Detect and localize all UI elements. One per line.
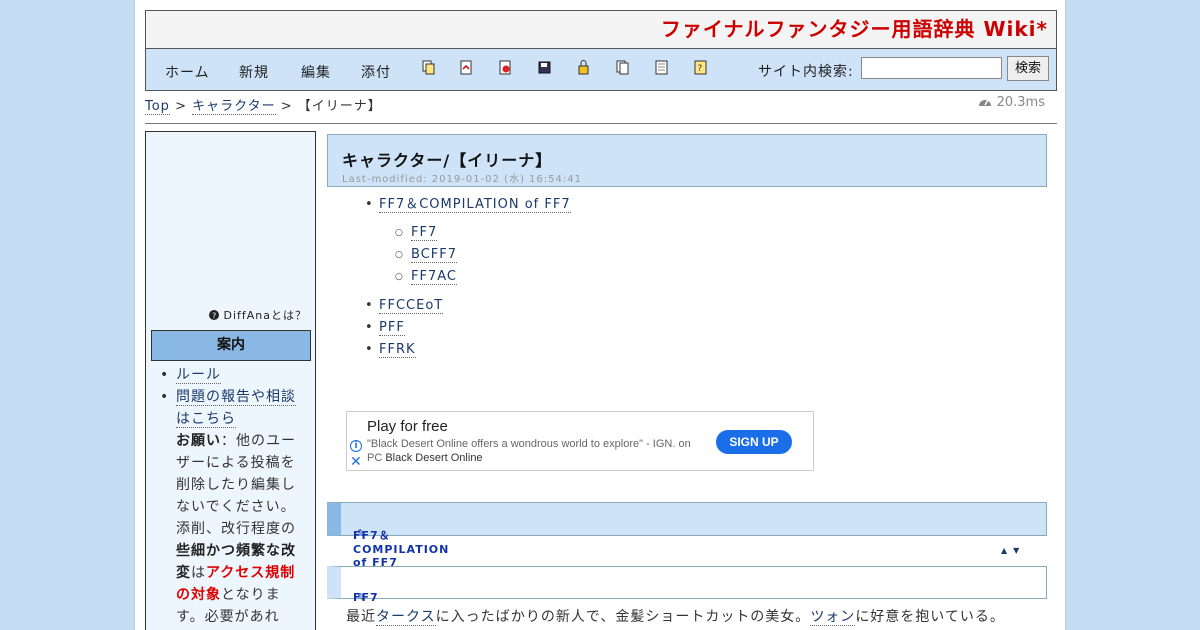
sidebar-item-report: 問題の報告や相談はこちら お願い：他のユーザーによる投稿を削除したり編集しないで… [154, 386, 304, 628]
speedometer-icon [979, 99, 992, 106]
section-title-text: FF7＆COMPILATION of FF7 [353, 529, 450, 569]
diff-icon[interactable] [460, 60, 473, 75]
save-icon[interactable] [538, 60, 551, 75]
table-of-contents: FF7＆COMPILATION of FF7 FF7 BCFF7 FF7AC F… [365, 195, 571, 362]
page-container: ファイナルファンタジー用語辞典 Wiki* ホーム 新規 編集 添付 ? サイト… [134, 0, 1066, 630]
toc-item: FFCCEoT [365, 296, 571, 318]
ad-advertiser: Black Desert Online [385, 452, 483, 464]
nav-edit-link[interactable]: 編集 [301, 62, 331, 82]
render-timing: 20.3ms [978, 95, 1045, 110]
render-time-value: 20.3ms [996, 95, 1045, 110]
section-heading-ff7: FF7 ✎ [327, 566, 1047, 604]
header-divider [145, 123, 1057, 124]
search-button[interactable]: 検索 [1007, 56, 1049, 81]
toc-link-ff7ac[interactable]: FF7AC [411, 269, 457, 285]
breadcrumb-separator: > [275, 99, 298, 114]
sidebar-list: ルール 問題の報告や相談はこちら お願い：他のユーザーによる投稿を削除したり編集… [154, 364, 304, 628]
section-heading-ff7-compilation: FF7＆COMPILATION of FF7 ✎ [327, 502, 1047, 569]
sidebar: ? DiffAnaとは？ 案内 ルール 問題の報告や相談はこちら お願い：他のユ… [145, 131, 316, 630]
toc-item: FFRK [365, 340, 571, 362]
help-icon[interactable]: ? [694, 60, 707, 75]
toc-link-ffcceot[interactable]: FFCCEoT [379, 298, 444, 314]
freeze-icon[interactable] [577, 60, 590, 75]
toc-link-ff7[interactable]: FF7 [411, 225, 438, 241]
turks-link[interactable]: タークス [376, 609, 436, 626]
site-title[interactable]: ファイナルファンタジー用語辞典 Wiki* [661, 17, 1048, 41]
svg-text:?: ? [698, 64, 703, 74]
site-header: ファイナルファンタジー用語辞典 Wiki* [145, 10, 1057, 49]
sidebar-heading: 案内 [151, 330, 311, 361]
toc-item: PFF [365, 318, 571, 340]
question-circle-icon: ? [208, 310, 219, 321]
diffana-link[interactable]: ? DiffAnaとは？ [208, 307, 307, 323]
breadcrumb-category-link[interactable]: キャラクター [192, 99, 276, 115]
notice-text: は [191, 565, 206, 581]
backup-icon[interactable] [499, 60, 512, 75]
nav-new-link[interactable]: 新規 [239, 62, 269, 82]
toc-subitem: FF7 [367, 223, 571, 245]
recent-icon[interactable] [655, 60, 668, 75]
page-nav-arrows[interactable]: ▲▼ [1001, 546, 1025, 555]
nav-bar: ホーム 新規 編集 添付 ? サイト内検索: 検索 [145, 48, 1057, 91]
toc-item: FF7＆COMPILATION of FF7 [365, 195, 571, 217]
toc-link-ff7-compilation[interactable]: FF7＆COMPILATION of FF7 [379, 197, 571, 213]
ad-title[interactable]: Play for free [367, 418, 448, 435]
breadcrumb-current: 【イリーナ】 [297, 99, 382, 114]
sidebar-item-rule: ルール [154, 364, 304, 386]
page-title: キャラクター/【イリーナ】 [342, 151, 553, 170]
breadcrumb: Top > キャラクター > 【イリーナ】 [145, 95, 382, 115]
paragraph-text: に入ったばかりの新人で、金髪ショートカットの美女。 [435, 609, 811, 625]
search-input[interactable] [861, 57, 1002, 79]
nav-attach-link[interactable]: 添付 [361, 62, 391, 82]
breadcrumb-top-link[interactable]: Top [145, 99, 170, 115]
advertisement[interactable]: Play for free "Black Desert Online offer… [346, 411, 814, 471]
ad-description: "Black Desert Online offers a wondrous w… [367, 437, 702, 465]
paragraph-text: に好意を抱いている。 [855, 609, 1005, 625]
last-modified: Last-modified: 2019-01-02 (水) 16:54:41 [342, 174, 582, 185]
search-label: サイト内検索: [758, 64, 854, 80]
tseng-link[interactable]: ツォン [810, 609, 856, 626]
list-icon[interactable] [616, 60, 629, 75]
paragraph-text: 最近 [346, 609, 376, 625]
toc-subitem: BCFF7 [367, 245, 571, 267]
ad-signup-button[interactable]: SIGN UP [716, 430, 792, 454]
svg-text:?: ? [212, 312, 217, 321]
nav-home-link[interactable]: ホーム [165, 62, 210, 82]
pencil-edit-icon[interactable]: ✎ [357, 527, 367, 540]
toc-link-bcff7[interactable]: BCFF7 [411, 247, 457, 263]
copy-page-icon[interactable] [422, 60, 435, 75]
toc-subitem: FF7AC [367, 267, 571, 289]
notice-bold-label: お願い [176, 433, 221, 449]
sidebar-notice: お願い：他のユーザーによる投稿を削除したり編集しないでください。添削、改行程度の… [154, 430, 304, 628]
ad-info-icon[interactable]: i [350, 440, 362, 452]
breadcrumb-separator: > [169, 99, 193, 114]
toc-link-ffrk[interactable]: FFRK [379, 342, 416, 358]
ad-close-icon[interactable]: ✕ [350, 455, 362, 469]
toc-link-pff[interactable]: PFF [379, 320, 405, 336]
rule-link[interactable]: ルール [176, 367, 221, 384]
page-title-box: キャラクター/【イリーナ】 Last-modified: 2019-01-02 … [327, 134, 1047, 187]
pencil-edit-icon[interactable]: ✎ [357, 591, 367, 604]
report-link[interactable]: 問題の報告や相談はこちら [176, 389, 296, 428]
article-paragraph: 最近タークスに入ったばかりの新人で、金髪ショートカットの美女。ツォンに好意を抱い… [346, 606, 1005, 626]
diffana-label: DiffAnaとは？ [223, 309, 307, 322]
